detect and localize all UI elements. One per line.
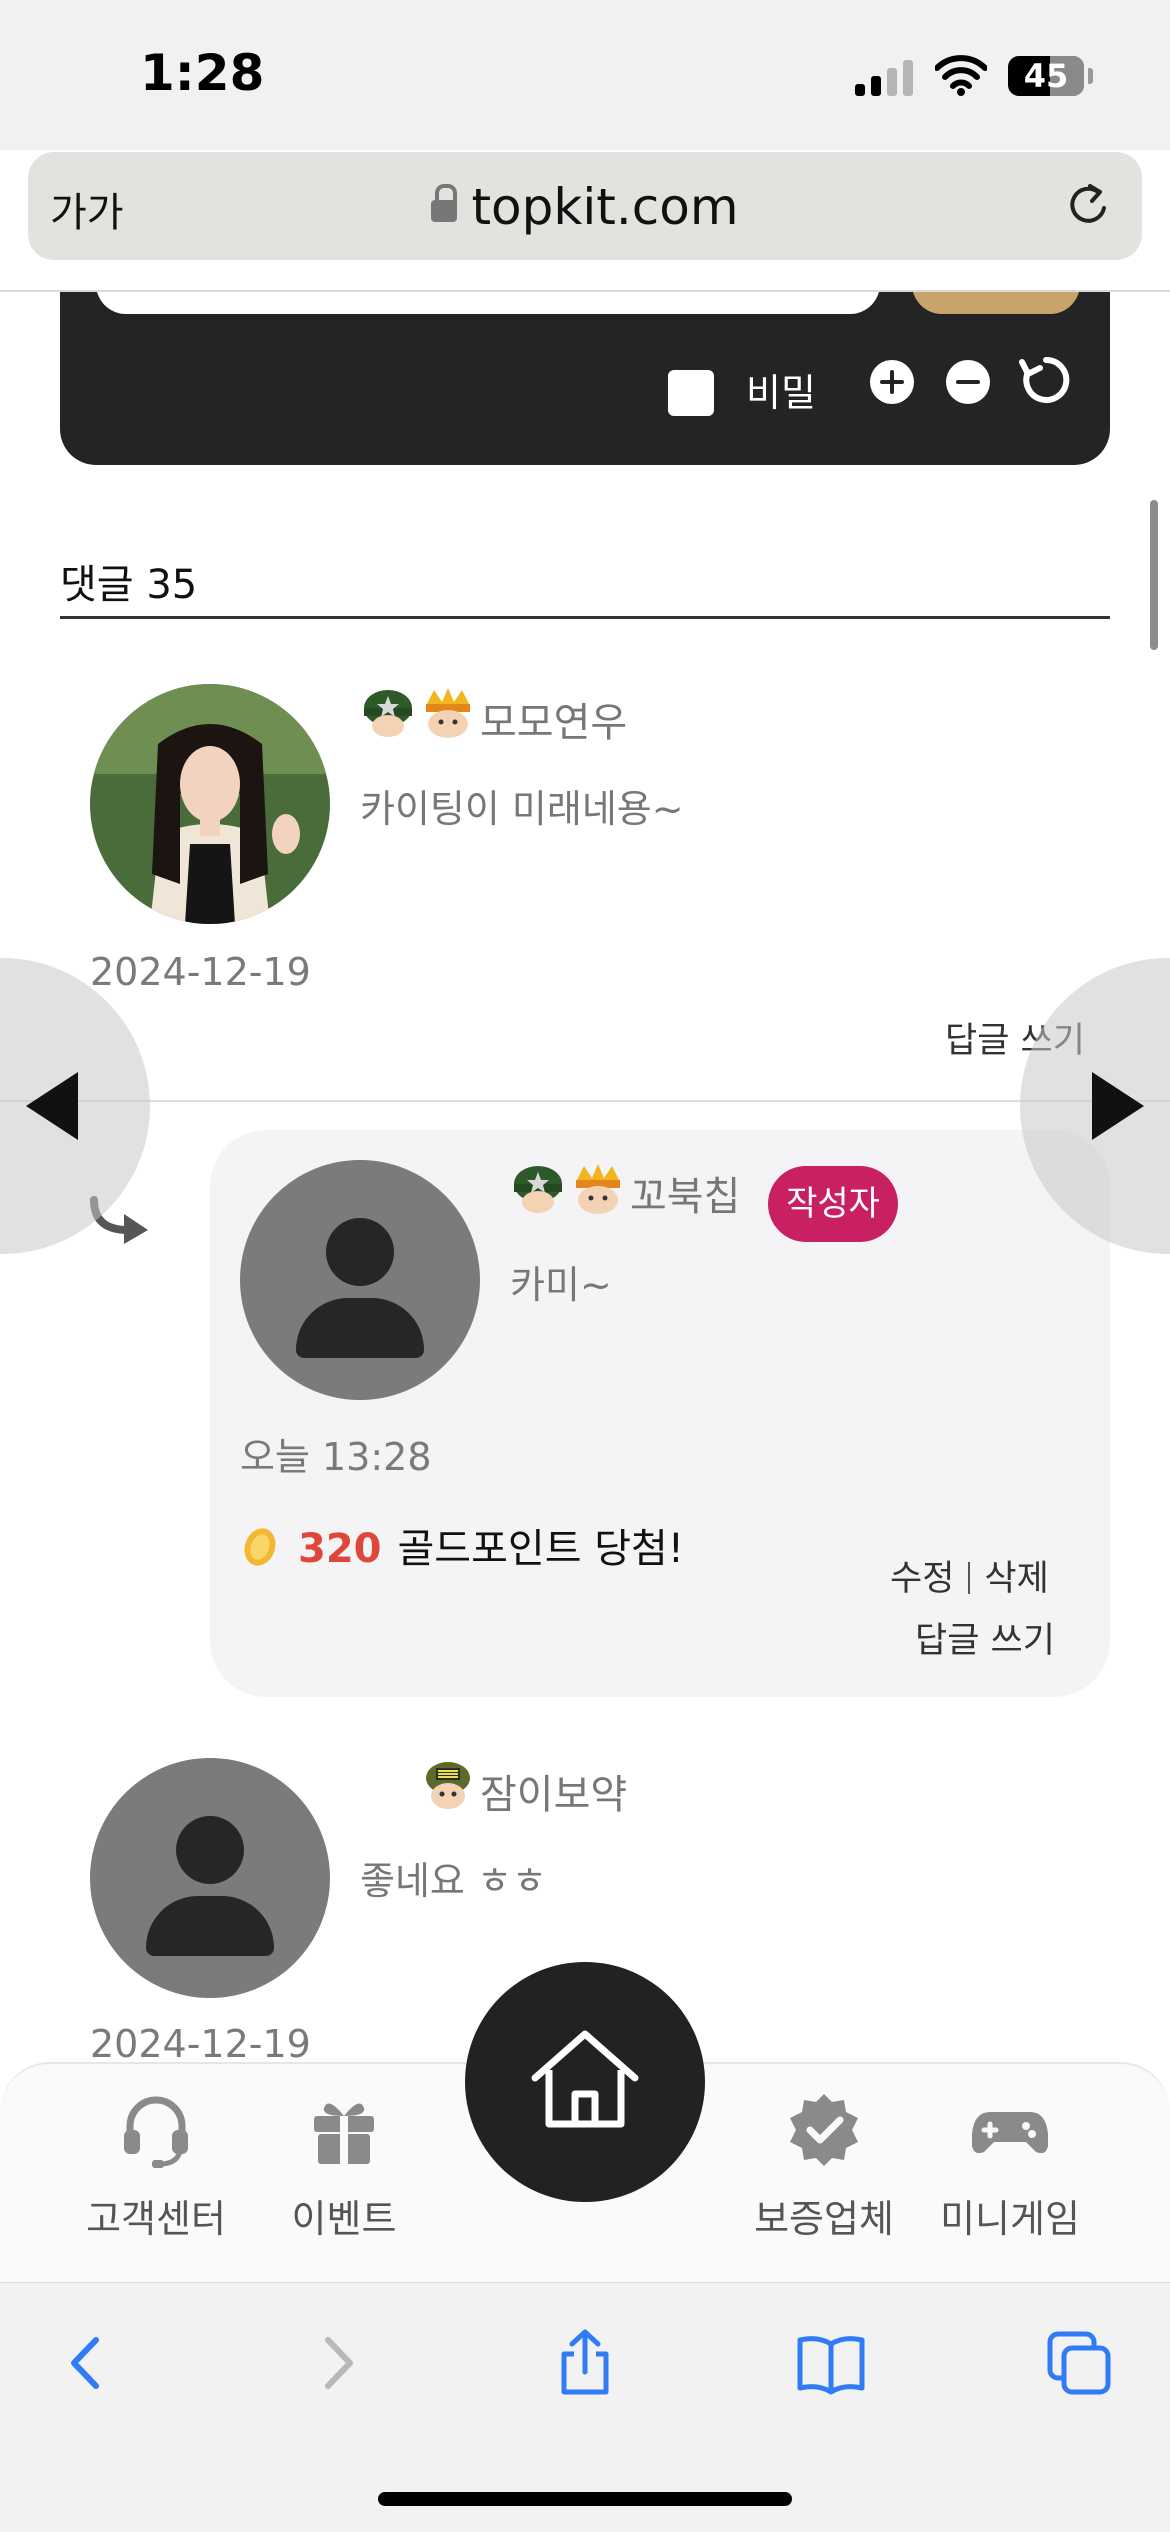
soldier-helmet-icon: [514, 1166, 562, 1213]
comments-count-header: 댓글 35: [60, 562, 198, 608]
separator: [968, 1562, 971, 1594]
tabs-icon[interactable]: [1044, 2328, 1114, 2398]
author-row: 잠이보약: [420, 1756, 680, 1818]
tab-label: 보증업체: [754, 2197, 894, 2241]
address-bar[interactable]: 가가 topkit.com: [28, 152, 1142, 260]
comment-date: 2024-12-19: [90, 950, 311, 994]
cellular-signal-icon: [855, 60, 915, 96]
avatar[interactable]: [90, 684, 330, 924]
status-time: 1:28: [140, 44, 265, 102]
king-crown-icon: [576, 1164, 620, 1214]
secret-label: 비밀: [746, 371, 816, 415]
tab-label: 고객센터: [86, 2197, 226, 2241]
lock-icon: [431, 184, 458, 226]
comment-date: 오늘 13:28: [240, 1435, 432, 1479]
home-icon: [531, 2030, 639, 2128]
home-button[interactable]: [465, 1962, 705, 2202]
comment-author[interactable]: 꼬북칩: [630, 1164, 740, 1222]
gold-coin-icon: [244, 1528, 276, 1566]
edit-button[interactable]: 수정: [890, 1559, 954, 1599]
zoom-in-button[interactable]: [868, 358, 916, 406]
battery-icon: 45: [1008, 56, 1084, 96]
points-text: 골드포인트 당첨!: [397, 1526, 684, 1572]
share-icon[interactable]: [550, 2328, 620, 2398]
comment-author[interactable]: 모모연우: [480, 690, 627, 748]
delete-button[interactable]: 삭제: [984, 1559, 1048, 1599]
battery-level: 45: [1023, 57, 1069, 95]
url-text: topkit.com: [471, 178, 739, 236]
status-bar: 1:28 45: [0, 0, 1170, 150]
edit-delete-row: 수정 삭제: [890, 1550, 1049, 1601]
comments-divider: [60, 616, 1110, 619]
author-row: 꼬북칩: [510, 1160, 770, 1220]
gamepad-icon: [972, 2112, 1048, 2154]
secret-checkbox[interactable]: [668, 370, 714, 416]
back-icon[interactable]: [52, 2328, 122, 2398]
king-crown-icon: [426, 688, 470, 738]
points-win-message: 320 골드포인트 당첨!: [298, 1516, 684, 1574]
soldier-rank-icon: [426, 1762, 470, 1809]
reload-icon[interactable]: [1064, 180, 1114, 230]
headset-icon: [124, 2096, 188, 2168]
zoom-out-button[interactable]: [944, 358, 992, 406]
comment-divider: [0, 1100, 1170, 1102]
verified-badge-icon: [790, 2094, 858, 2166]
comment-text: 카이팅이 미래네용~: [360, 787, 684, 831]
comment-text: 좋네요 ㅎㅎ: [360, 1859, 547, 1903]
tab-label: 미니게임: [940, 2197, 1080, 2241]
gift-icon: [314, 2103, 374, 2164]
profile-photo-image: [90, 684, 330, 924]
soldier-helmet-icon: [364, 690, 412, 737]
reply-button[interactable]: 답글 쓰기: [915, 1612, 1055, 1663]
comment-write-panel: 비밀: [60, 292, 1110, 465]
wifi-icon: [935, 55, 987, 96]
author-row: 모모연우: [360, 684, 680, 746]
comment-author[interactable]: 잠이보약: [480, 1762, 627, 1820]
comment-submit-button[interactable]: [912, 292, 1080, 314]
arrow-right-icon: [1092, 1072, 1144, 1140]
bookmarks-icon[interactable]: [796, 2328, 866, 2398]
forward-icon[interactable]: [302, 2328, 372, 2398]
author-badge: 작성자: [768, 1166, 898, 1242]
tab-mini-game[interactable]: 미니게임: [910, 2090, 1110, 2243]
tab-customer-center[interactable]: 고객센터: [56, 2090, 256, 2243]
tab-verified-partners[interactable]: 보증업체: [724, 2090, 924, 2243]
refresh-icon[interactable]: [1018, 352, 1074, 408]
scrollbar[interactable]: [1150, 500, 1158, 650]
avatar[interactable]: [240, 1160, 480, 1400]
comment-date: 2024-12-19: [90, 2022, 311, 2066]
points-amount: 320: [298, 1526, 382, 1572]
battery-nub: [1088, 68, 1093, 84]
comment-input[interactable]: [96, 292, 880, 314]
arrow-left-icon: [26, 1072, 78, 1140]
tab-label: 이벤트: [291, 2197, 397, 2241]
tab-event[interactable]: 이벤트: [244, 2090, 444, 2243]
home-indicator: [378, 2492, 792, 2506]
comment-text: 카미~: [510, 1263, 612, 1307]
avatar[interactable]: [90, 1758, 330, 1998]
url-display[interactable]: topkit.com: [28, 178, 1142, 236]
